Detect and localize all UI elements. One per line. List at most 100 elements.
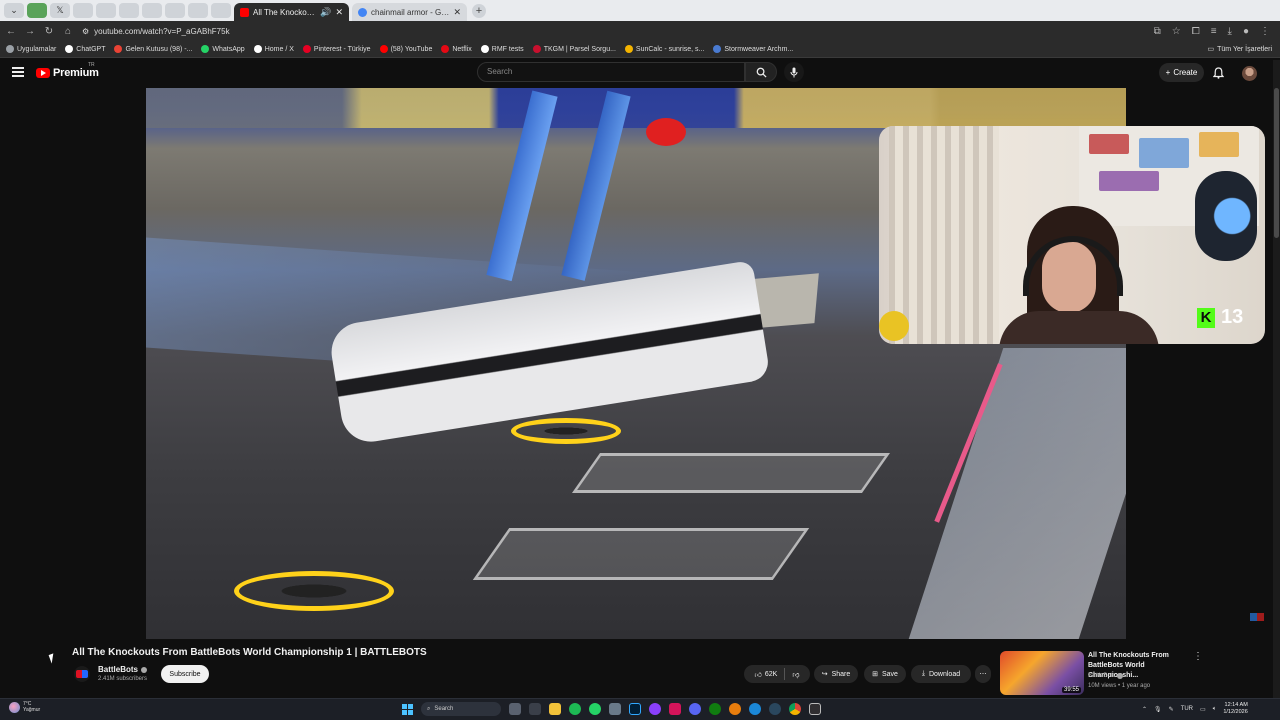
bookmark-item[interactable]: Home / X	[253, 45, 294, 53]
blender-icon[interactable]	[729, 703, 741, 715]
close-tab-icon[interactable]: ✕	[335, 7, 343, 18]
plus-icon: +	[1165, 68, 1171, 77]
shelf-item	[1089, 134, 1129, 154]
bookmark-item[interactable]: RMF tests	[480, 45, 524, 53]
bookmark-item[interactable]: Uygulamalar	[6, 45, 56, 53]
network-icon[interactable]: ▭	[1200, 706, 1206, 713]
streamer-webcam: K 13	[879, 126, 1265, 344]
windows-start-icon[interactable]	[402, 703, 413, 715]
dislike-button[interactable]: 👎︎	[792, 670, 799, 679]
profile-icon[interactable]: ●	[1243, 26, 1249, 37]
microphone-tray-icon[interactable]: 🎙︎	[1154, 706, 1162, 713]
whatsapp-icon[interactable]	[589, 703, 601, 715]
tab-google-search[interactable]: chainmail armor - Google'da A ✕	[352, 3, 467, 21]
arena-wall	[146, 88, 1126, 128]
video-duration: 39:55	[1061, 687, 1081, 693]
shelf-item	[1139, 138, 1189, 168]
pinned-tab-3[interactable]	[73, 3, 93, 18]
edge-icon[interactable]	[749, 703, 761, 715]
download-button[interactable]: ⤓ Download	[911, 665, 971, 683]
bookmark-item[interactable]: SunCalc - sunrise, s...	[624, 45, 704, 53]
like-button[interactable]: 👍︎ 62K	[755, 670, 778, 679]
bookmark-star-icon[interactable]: ☆	[1172, 26, 1181, 37]
photoshop-icon[interactable]	[629, 703, 641, 715]
more-actions-button[interactable]: ⋯	[975, 665, 991, 683]
forward-icon[interactable]: →	[25, 26, 35, 37]
bookmark-item[interactable]: Stormweaver Archm...	[713, 45, 793, 53]
home-icon[interactable]: ⌂	[63, 26, 73, 37]
share-button[interactable]: ↪ Share	[814, 665, 858, 683]
menu-dots-icon[interactable]: ⋮	[1260, 26, 1270, 37]
chrome-icon[interactable]	[789, 703, 801, 715]
floor-tile	[571, 453, 891, 493]
youtube-premium-logo[interactable]: Premium TR	[36, 62, 99, 79]
weather-widget[interactable]: 7°C Yağmur	[9, 701, 40, 713]
downloads-icon[interactable]: ⤓	[1228, 26, 1232, 37]
discord-icon[interactable]	[689, 703, 701, 715]
search-button[interactable]	[745, 62, 777, 82]
pinned-tab-9[interactable]	[211, 3, 231, 18]
xbox-icon[interactable]	[709, 703, 721, 715]
bookmark-item[interactable]: Pinterest - Türkiye	[302, 45, 371, 53]
bookmark-item[interactable]: Gelen Kutusu (98) -...	[114, 45, 192, 53]
purple-app-icon[interactable]	[649, 703, 661, 715]
tab-youtube-video[interactable]: All The Knockouts From Ba 🔊 ✕	[234, 3, 349, 21]
save-button[interactable]: ⊞ Save	[864, 665, 906, 683]
pinned-tab-x[interactable]: 𝕏	[50, 3, 70, 18]
steam-icon[interactable]	[769, 703, 781, 715]
pinned-tab-4[interactable]	[96, 3, 116, 18]
reading-list-icon[interactable]: ≡	[1211, 26, 1217, 37]
new-tab-button[interactable]: +	[472, 3, 486, 18]
bookmark-item[interactable]: WhatsApp	[201, 45, 245, 53]
channel-avatar[interactable]	[74, 666, 90, 682]
volume-icon[interactable]: 🔈︎	[1213, 706, 1217, 713]
related-video-channel[interactable]: BattleBots	[1088, 673, 1124, 679]
bookmark-item[interactable]: (58) YouTube	[379, 45, 432, 53]
language-indicator[interactable]: TUR	[1181, 706, 1193, 712]
scrollbar-thumb[interactable]	[1274, 88, 1279, 238]
taskbar-clock[interactable]: 12:14 AM 1/12/2026	[1223, 702, 1247, 716]
thumbs-up-icon: 👍︎	[754, 671, 762, 679]
channel-name-link[interactable]: BattleBots	[98, 665, 148, 674]
pinned-tab-1[interactable]	[27, 3, 47, 18]
pinned-tab-7[interactable]	[165, 3, 185, 18]
speaker-icon[interactable]: 🔊	[320, 7, 331, 18]
back-icon[interactable]: ←	[6, 26, 16, 37]
obs-icon[interactable]	[809, 703, 821, 715]
all-bookmarks-folder[interactable]: ▭ Tüm Yer İşaretleri	[1208, 45, 1280, 54]
create-button[interactable]: + Create	[1159, 63, 1204, 82]
chevron-up-icon[interactable]: ⌃	[1142, 706, 1147, 713]
pinned-tab-5[interactable]	[119, 3, 139, 18]
task-view-icon[interactable]	[509, 703, 521, 715]
related-more-icon[interactable]: ⋮	[1193, 651, 1203, 662]
bookmark-item[interactable]: ChatGPT	[65, 45, 105, 53]
bookmark-item[interactable]: TKGM | Parsel Sorgu...	[532, 45, 616, 53]
account-avatar[interactable]	[1242, 66, 1257, 81]
site-info-icon[interactable]: ⚙	[82, 27, 89, 36]
shelf-item	[1099, 171, 1159, 191]
notifications-button[interactable]	[1212, 66, 1225, 84]
close-tab-icon[interactable]: ✕	[453, 7, 461, 18]
bookmark-label: ChatGPT	[76, 45, 106, 53]
pinned-tab-8[interactable]	[188, 3, 208, 18]
extensions-icon[interactable]: ⧠	[1192, 26, 1200, 37]
tab-list-button[interactable]: ⌄	[4, 3, 24, 18]
search-input[interactable]: Search	[477, 62, 745, 82]
related-video-thumbnail[interactable]: 39:55	[1000, 651, 1084, 695]
pen-tool-icon[interactable]	[609, 703, 621, 715]
acrobat-icon[interactable]	[669, 703, 681, 715]
subscribe-button[interactable]: Subscribe	[161, 665, 209, 683]
pinned-tab-6[interactable]	[142, 3, 162, 18]
taskbar-search-label: Search	[434, 706, 454, 712]
address-bar[interactable]: ⚙ youtube.com/watch?v=P_aGABhF75k	[82, 24, 1145, 38]
voice-search-button[interactable]	[784, 62, 804, 82]
install-app-icon[interactable]: ⧉	[1154, 26, 1161, 37]
reload-icon[interactable]: ↻	[44, 26, 54, 37]
bookmark-item[interactable]: Netflix	[441, 45, 472, 53]
file-explorer-icon[interactable]	[549, 703, 561, 715]
spotify-icon[interactable]	[569, 703, 581, 715]
calculator-icon[interactable]	[529, 703, 541, 715]
hamburger-menu-icon[interactable]	[12, 67, 24, 77]
pen-tray-icon[interactable]: ✎	[1169, 706, 1174, 713]
taskbar-search[interactable]: ⌕ Search	[421, 702, 501, 716]
